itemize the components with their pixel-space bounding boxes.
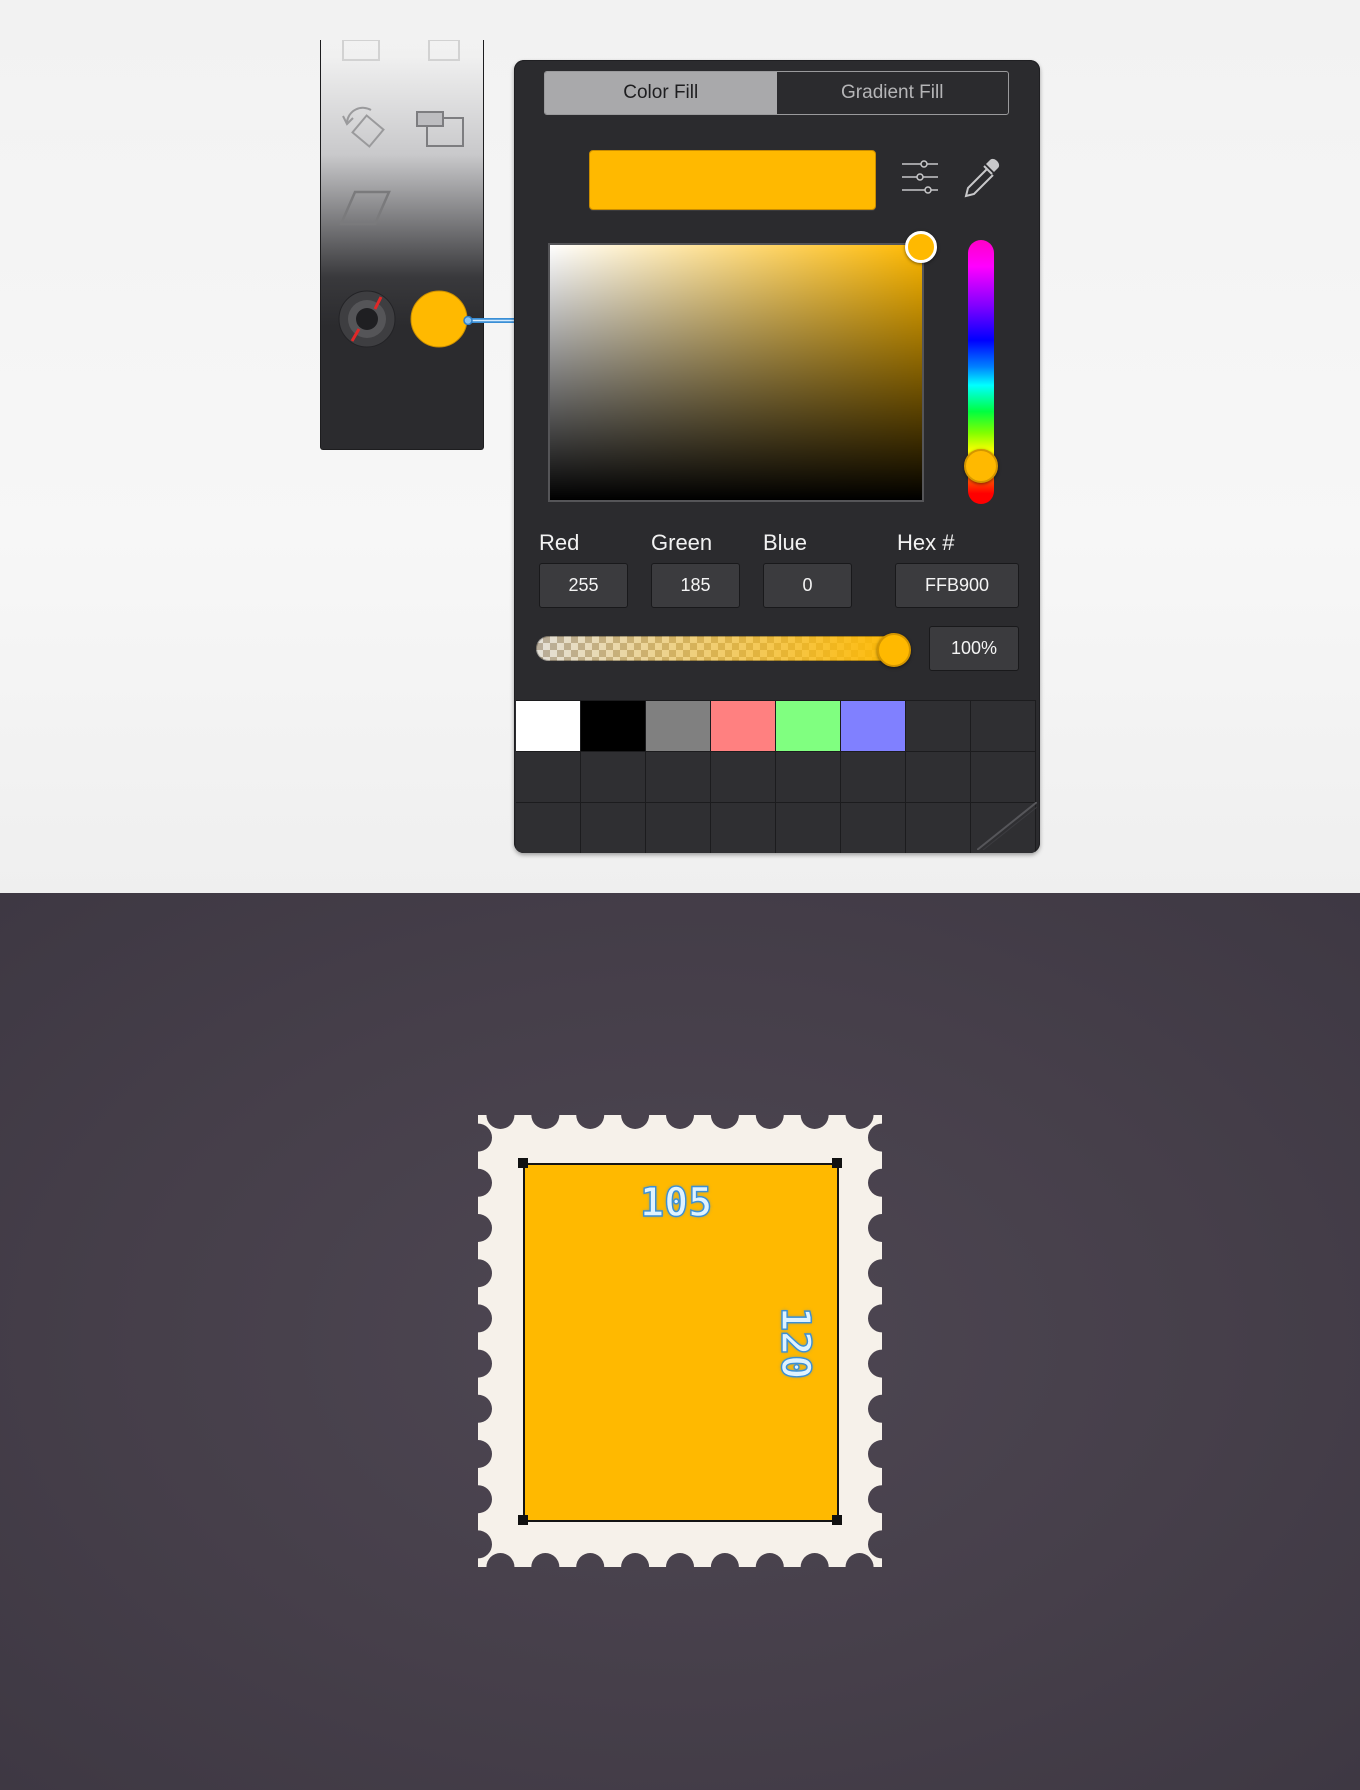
stroke-ring-icon[interactable] xyxy=(337,289,397,349)
palette-empty-slot[interactable] xyxy=(906,752,971,803)
palette-empty-slot[interactable] xyxy=(776,803,841,853)
width-dimension-label: 105 xyxy=(639,1179,713,1226)
eyedropper-icon[interactable] xyxy=(962,156,1004,205)
anchor-point[interactable] xyxy=(832,1158,842,1168)
palette-empty-slot[interactable] xyxy=(841,803,906,853)
tool-panel xyxy=(320,40,484,450)
fill-panel: Color Fill Gradient Fill Red Green Blue … xyxy=(514,60,1040,853)
connector-line xyxy=(463,316,517,325)
palette-empty-slot[interactable] xyxy=(516,803,581,853)
palette-swatch[interactable] xyxy=(776,701,841,752)
palette-empty-slot[interactable] xyxy=(841,752,906,803)
palette-empty-slot[interactable] xyxy=(711,803,776,853)
palette-empty-slot[interactable] xyxy=(581,803,646,853)
height-dimension-label: 120 xyxy=(771,1306,818,1380)
red-label: Red xyxy=(539,530,580,555)
palette-empty-slot[interactable] xyxy=(971,701,1036,752)
palette-swatch[interactable] xyxy=(581,701,646,752)
palette-empty-slot[interactable] xyxy=(646,803,711,853)
skew-icon[interactable] xyxy=(337,188,393,228)
palette-empty-slot[interactable] xyxy=(971,752,1036,803)
green-field[interactable]: 185 xyxy=(651,563,740,608)
anchor-point[interactable] xyxy=(832,1515,842,1525)
palette-empty-slot[interactable] xyxy=(516,752,581,803)
opacity-field[interactable]: 100% xyxy=(929,626,1019,671)
palette-empty-slot[interactable] xyxy=(906,701,971,752)
saturation-brightness-handle[interactable] xyxy=(905,231,937,263)
palette-swatch[interactable] xyxy=(646,701,711,752)
green-label: Green xyxy=(651,530,713,555)
fill-swatch-icon[interactable] xyxy=(409,289,471,351)
palette-swatch[interactable] xyxy=(841,701,906,752)
opacity-slider[interactable] xyxy=(536,636,908,661)
anchor-point[interactable] xyxy=(518,1515,528,1525)
red-field[interactable]: 255 xyxy=(539,563,628,608)
fill-type-tabs: Color Fill Gradient Fill xyxy=(544,71,1009,115)
current-color-swatch[interactable] xyxy=(589,150,876,210)
faded-tool-icon[interactable] xyxy=(425,40,465,64)
opacity-slider-handle[interactable] xyxy=(877,633,911,667)
palette-swatch[interactable] xyxy=(516,701,581,752)
palette-empty-slot[interactable] xyxy=(711,752,776,803)
palette-swatch[interactable] xyxy=(711,701,776,752)
palette-empty-slot[interactable] xyxy=(646,752,711,803)
palette-empty-slot[interactable] xyxy=(906,803,971,853)
saturation-brightness-field[interactable] xyxy=(548,243,924,502)
faded-tool-icon[interactable] xyxy=(339,40,383,64)
rotate-icon[interactable] xyxy=(339,100,389,156)
palette-empty-slot[interactable] xyxy=(581,752,646,803)
hex-label: Hex # xyxy=(897,530,955,555)
palette-empty-slot[interactable] xyxy=(776,752,841,803)
tab-gradient-fill[interactable]: Gradient Fill xyxy=(777,72,1009,114)
color-palette xyxy=(516,700,1036,853)
blue-label: Blue xyxy=(763,530,808,555)
hex-field[interactable]: FFB900 xyxy=(895,563,1019,608)
color-sliders-icon[interactable] xyxy=(900,158,940,205)
hue-slider-handle[interactable] xyxy=(964,449,998,483)
arrange-icon[interactable] xyxy=(413,108,467,152)
resize-grip-icon[interactable] xyxy=(976,801,1038,851)
tab-color-fill[interactable]: Color Fill xyxy=(545,72,777,114)
anchor-point[interactable] xyxy=(518,1158,528,1168)
blue-field[interactable]: 0 xyxy=(763,563,852,608)
